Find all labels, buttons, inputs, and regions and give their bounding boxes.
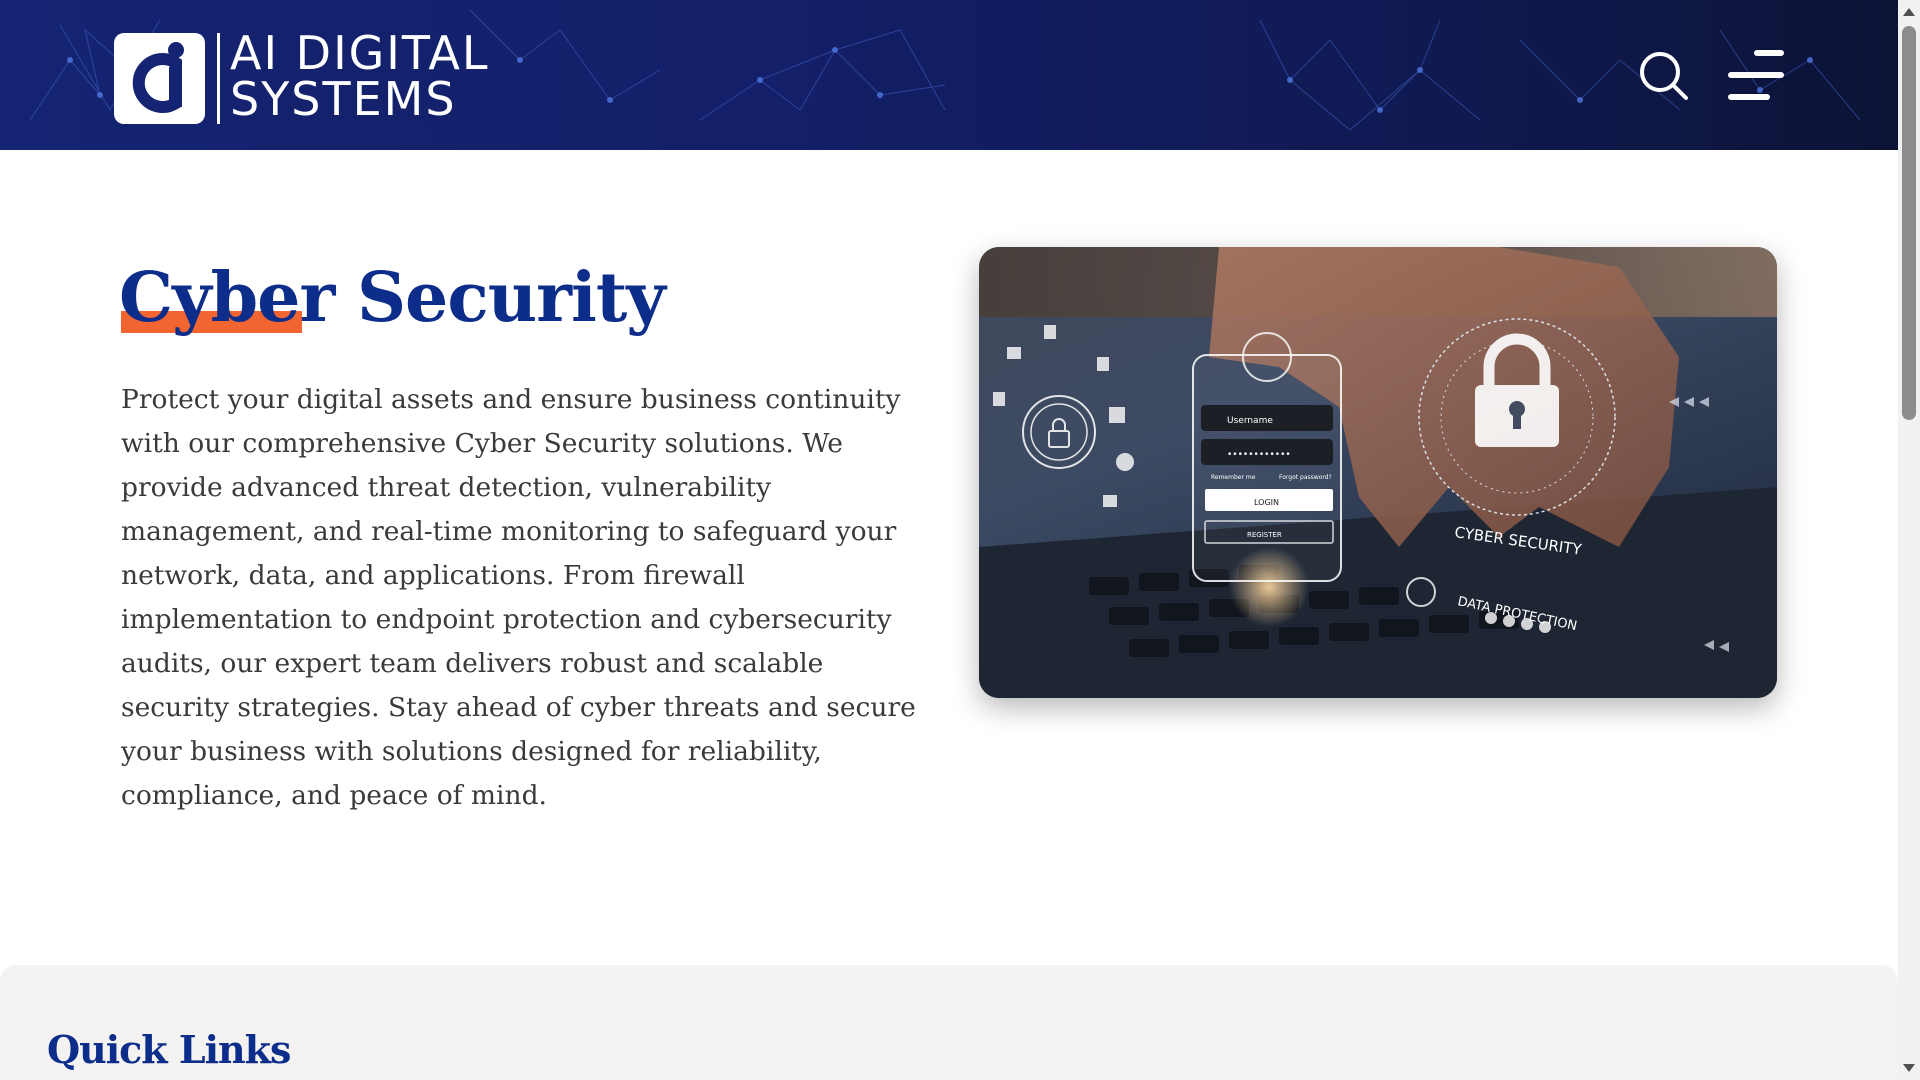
page-title: Cyber Security [119,258,666,338]
login-forgot-label: Forgot password? [1279,474,1332,481]
search-icon[interactable] [1638,50,1690,102]
footer-section: Quick Links [0,965,1898,1080]
login-password-mask: •••••••••••• [1227,450,1291,460]
brand-logo-text[interactable]: AI DIGITAL SYSTEMS [230,30,489,122]
page-scrollbar[interactable] [1898,0,1920,1080]
site-header: AI DIGITAL SYSTEMS [0,0,1898,150]
brand-line-1: AI DIGITAL [230,26,490,80]
login-button-label: LOGIN [1254,498,1279,507]
service-description: Protect your digital assets and ensure b… [121,384,916,811]
logo-divider [217,33,220,124]
scrollbar-thumb[interactable] [1902,26,1916,420]
ai-logo-icon[interactable] [114,33,205,124]
hamburger-menu-icon[interactable] [1728,48,1784,102]
scroll-down-arrow-icon[interactable] [1903,1064,1915,1072]
register-button-label: REGISTER [1247,531,1282,539]
login-remember-label: Remember me [1211,474,1256,481]
cyber-security-hero-image: Username •••••••••••• Remember me Forgot… [979,247,1777,698]
login-username-label: Username [1227,416,1273,426]
brand-line-2: SYSTEMS [230,72,457,126]
quick-links-heading: Quick Links [47,1027,291,1072]
scroll-up-arrow-icon[interactable] [1903,8,1915,16]
